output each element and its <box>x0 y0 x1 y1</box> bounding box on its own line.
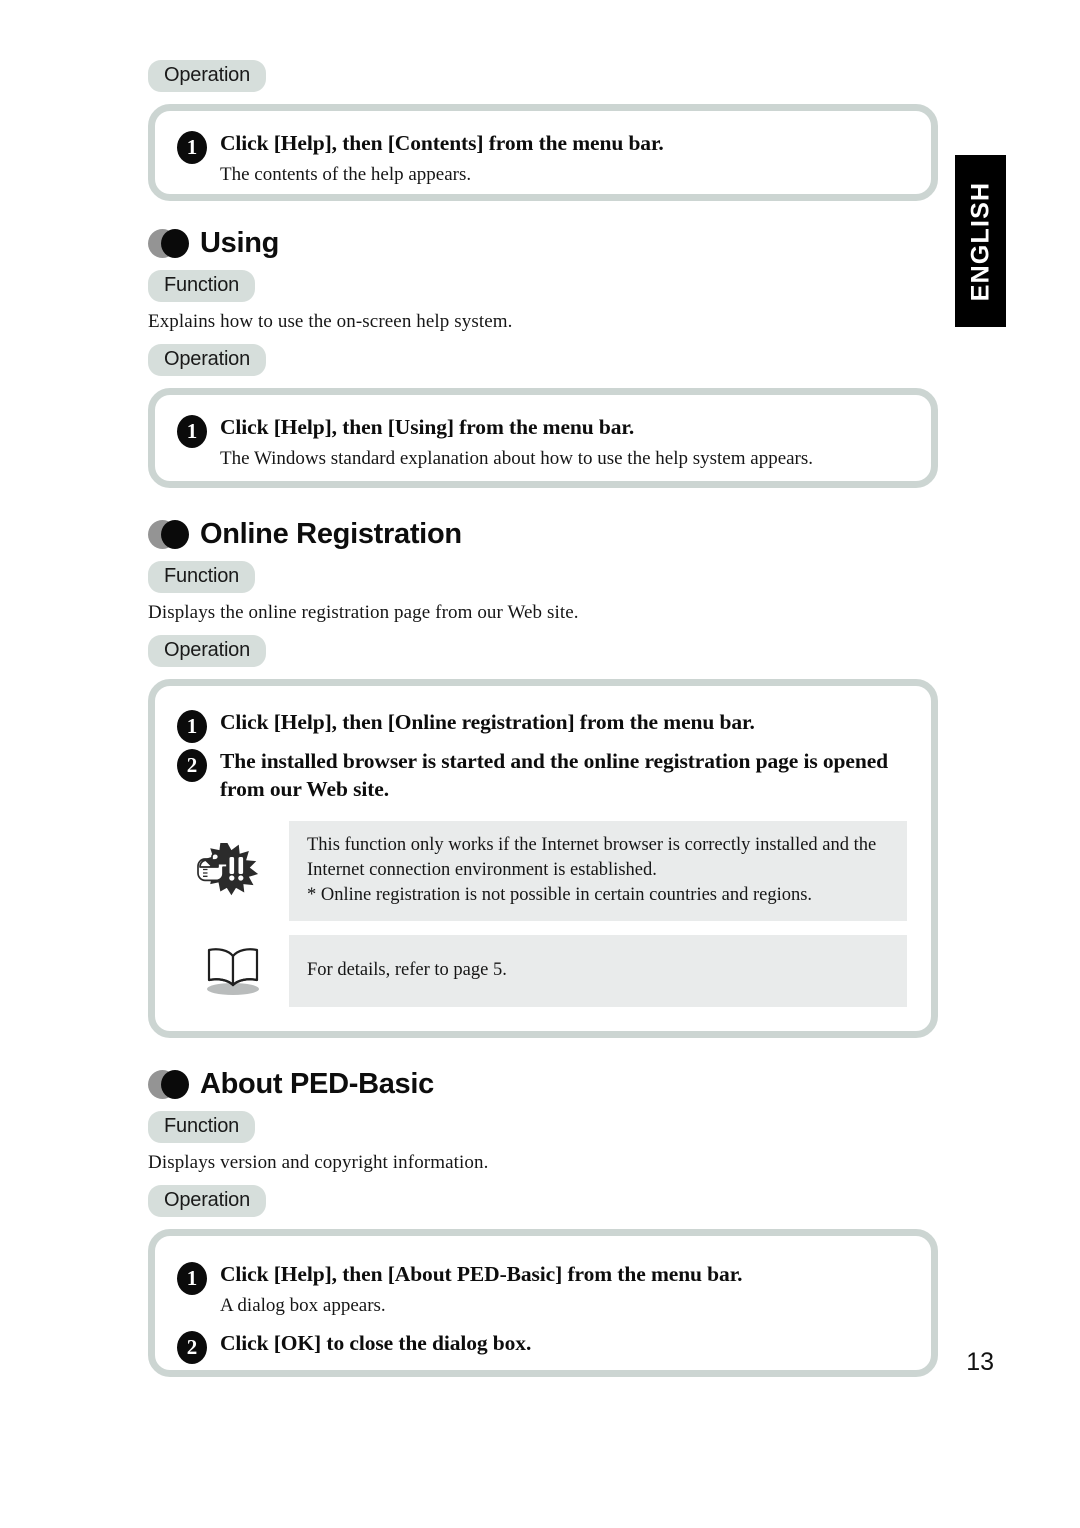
step-number-badge: 1 <box>177 131 207 164</box>
step-title: The installed browser is started and the… <box>220 749 888 801</box>
step-item: 1 Click [Help], then [Online registratio… <box>177 708 907 743</box>
duo-circle-bullet-icon <box>148 229 189 258</box>
caution-note-panel: This function only works if the Internet… <box>289 821 907 921</box>
step-number-badge: 1 <box>177 710 207 743</box>
step-item: 1 Click [Help], then [About PED-Basic] f… <box>177 1260 907 1319</box>
section-heading-using: Using <box>148 227 938 260</box>
operation-pill-using: Operation <box>148 344 938 376</box>
pill-function: Function <box>148 561 256 593</box>
pill-function: Function <box>148 270 256 302</box>
page-number: 13 <box>966 1348 994 1376</box>
section-heading-about-ped-basic: About PED-Basic <box>148 1068 938 1101</box>
function-pill-about-ped-basic: Function <box>148 1111 938 1143</box>
caution-note-line-1: This function only works if the Internet… <box>307 835 877 880</box>
function-pill-using: Function <box>148 270 938 302</box>
step-item: 1 Click [Help], then [Contents] from the… <box>177 129 907 188</box>
step-number-badge: 1 <box>177 1262 207 1295</box>
operation-box-about-ped-basic: 1 Click [Help], then [About PED-Basic] f… <box>148 1229 938 1377</box>
function-description: Displays version and copyright informati… <box>148 1152 489 1173</box>
function-description: Displays the online registration page fr… <box>148 602 579 623</box>
caution-note-line-2: * Online registration is not possible in… <box>307 885 813 905</box>
step-item: 2 Click [OK] to close the dialog box. <box>177 1329 907 1364</box>
step-number-badge: 1 <box>177 415 207 448</box>
step-title: Click [Help], then [Using] from the menu… <box>220 415 635 439</box>
operation-box-online-registration: 1 Click [Help], then [Online registratio… <box>148 679 938 1038</box>
operation-pill-about-ped-basic: Operation <box>148 1185 938 1217</box>
book-icon <box>177 935 289 1007</box>
step-note: The contents of the help appears. <box>220 164 472 185</box>
function-pill-online-registration: Function <box>148 561 938 593</box>
pill-operation: Operation <box>148 635 267 667</box>
page-content: Operation 1 Click [Help], then [Contents… <box>148 0 938 1377</box>
section-heading-online-registration: Online Registration <box>148 518 938 551</box>
note-row-reference: For details, refer to page 5. <box>177 935 907 1007</box>
step-note: A dialog box appears. <box>220 1295 386 1316</box>
pill-function: Function <box>148 1111 256 1143</box>
step-item: 1 Click [Help], then [Using] from the me… <box>177 413 907 472</box>
language-tab-label: ENGLISH <box>966 181 994 301</box>
reference-note-text: For details, refer to page 5. <box>307 960 507 980</box>
step-title: Click [Help], then [Online registration]… <box>220 710 755 734</box>
section-title: About PED-Basic <box>200 1068 434 1100</box>
manual-page: ENGLISH Operation 1 Click [Help], then [… <box>0 0 1080 1528</box>
operation-pill-online-registration: Operation <box>148 635 938 667</box>
step-number-badge: 2 <box>177 1331 207 1364</box>
duo-circle-bullet-icon <box>148 1070 189 1099</box>
language-tab: ENGLISH <box>955 155 1006 327</box>
step-item: 2 The installed browser is started and t… <box>177 747 907 803</box>
step-note: The Windows standard explanation about h… <box>220 448 814 469</box>
step-number-badge: 2 <box>177 749 207 782</box>
caution-icon <box>177 821 289 921</box>
operation-pill-contents: Operation <box>148 60 938 92</box>
section-title: Using <box>200 227 280 259</box>
pill-operation: Operation <box>148 60 267 92</box>
pill-operation: Operation <box>148 1185 267 1217</box>
step-title: Click [Help], then [Contents] from the m… <box>220 131 664 155</box>
duo-circle-bullet-icon <box>148 520 189 549</box>
step-title: Click [Help], then [About PED-Basic] fro… <box>220 1262 743 1286</box>
reference-note-panel: For details, refer to page 5. <box>289 935 907 1007</box>
function-description: Explains how to use the on-screen help s… <box>148 311 513 332</box>
operation-box-using: 1 Click [Help], then [Using] from the me… <box>148 388 938 488</box>
step-title: Click [OK] to close the dialog box. <box>220 1331 532 1355</box>
operation-box-contents: 1 Click [Help], then [Contents] from the… <box>148 104 938 201</box>
note-row-caution: This function only works if the Internet… <box>177 821 907 921</box>
pill-operation: Operation <box>148 344 267 376</box>
section-title: Online Registration <box>200 518 462 550</box>
